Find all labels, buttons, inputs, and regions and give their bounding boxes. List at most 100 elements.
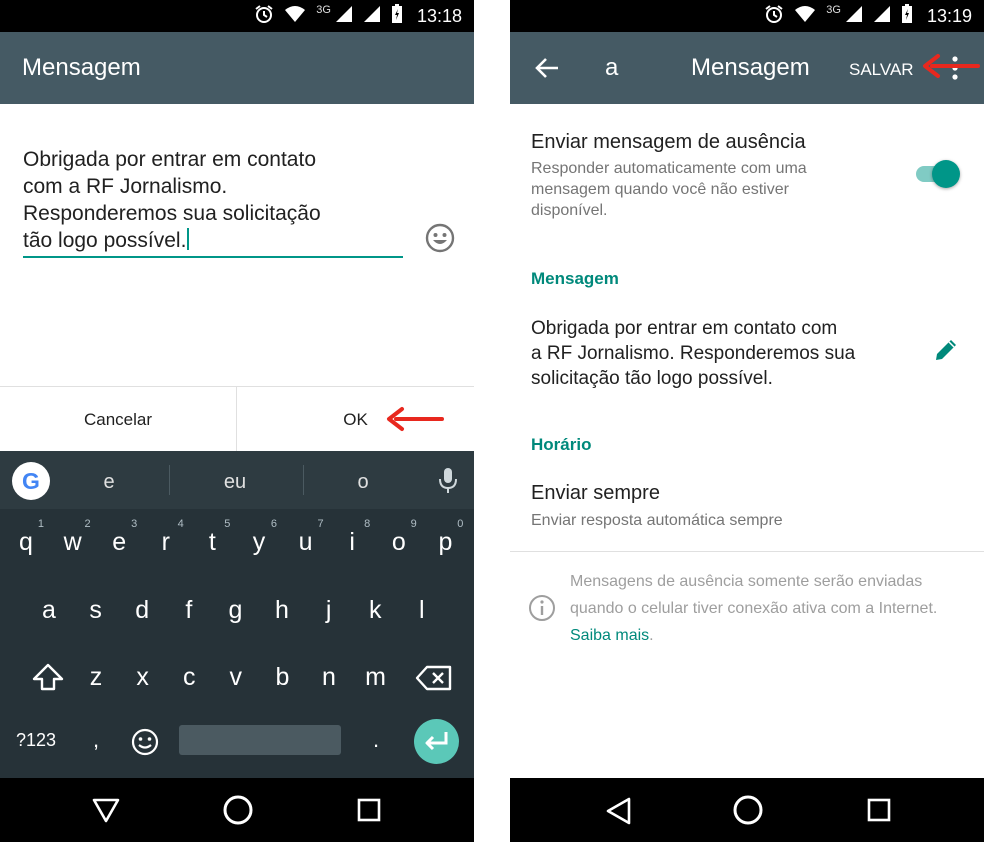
battery-icon — [901, 3, 913, 29]
network-type: 3G — [316, 4, 331, 16]
key-t[interactable]: t5 — [192, 518, 232, 557]
back-arrow-icon[interactable] — [534, 56, 560, 85]
mic-icon[interactable] — [437, 467, 459, 500]
keyboard: G e eu o q1w2e3r4t5y6u7i8o9p0 asdfghjkl … — [0, 451, 474, 778]
key-o[interactable]: o9 — [379, 518, 419, 557]
away-toggle[interactable] — [932, 160, 960, 188]
setting-title: Enviar sempre — [531, 482, 660, 504]
key-r[interactable]: r4 — [146, 518, 186, 557]
setting-title: Enviar mensagem de ausência — [531, 131, 806, 153]
nav-back-icon[interactable] — [604, 796, 632, 831]
key-label: y — [252, 528, 266, 556]
key-hint: 3 — [131, 518, 138, 530]
key-s[interactable]: s — [76, 596, 116, 625]
section-header-message: Mensagem — [531, 269, 619, 288]
suggestion-2[interactable]: eu — [205, 471, 265, 494]
key-hint: 7 — [317, 518, 324, 530]
key-hint: 0 — [457, 518, 464, 530]
suggestion-3[interactable]: o — [333, 471, 393, 494]
google-icon[interactable]: G — [12, 462, 50, 500]
key-l[interactable]: l — [402, 596, 442, 625]
comma-key[interactable]: , — [76, 727, 116, 753]
divider — [510, 551, 984, 552]
key-x[interactable]: x — [123, 663, 163, 692]
alarm-icon — [764, 4, 784, 29]
emoji-icon[interactable] — [125, 727, 165, 764]
key-a[interactable]: a — [29, 596, 69, 625]
key-e[interactable]: e3 — [99, 518, 139, 557]
space-key[interactable] — [179, 725, 341, 755]
key-i[interactable]: i8 — [332, 518, 372, 557]
key-label: f — [185, 596, 193, 624]
key-label: c — [182, 663, 196, 691]
key-d[interactable]: d — [122, 596, 162, 625]
backspace-icon[interactable] — [414, 664, 454, 699]
suggestion-divider — [169, 465, 170, 495]
key-y[interactable]: y6 — [239, 518, 279, 557]
key-k[interactable]: k — [355, 596, 395, 625]
key-b[interactable]: b — [262, 663, 302, 692]
key-label: k — [368, 596, 382, 624]
learn-more-link[interactable]: Saiba mais — [570, 627, 649, 644]
key-z[interactable]: z — [76, 663, 116, 692]
key-label: a — [42, 596, 56, 624]
key-c[interactable]: c — [169, 663, 209, 692]
key-f[interactable]: f — [169, 596, 209, 625]
suggestion-bar: G e eu o — [0, 451, 474, 509]
network-type: 3G — [826, 4, 841, 16]
key-label: j — [325, 596, 332, 624]
save-button[interactable]: SALVAR — [849, 60, 914, 80]
key-label: t — [208, 528, 216, 556]
setting-subtitle: Enviar resposta automática sempre — [531, 512, 783, 529]
key-label: h — [275, 596, 289, 624]
key-v[interactable]: v — [216, 663, 256, 692]
nav-back-icon[interactable] — [91, 796, 121, 829]
key-m[interactable]: m — [356, 663, 396, 692]
nav-bar — [0, 778, 474, 842]
setting-subtitle: Responder automaticamente com uma mensag… — [531, 160, 807, 219]
message-preview[interactable]: Obrigada por entrar em contato com a RF … — [531, 316, 911, 391]
page-title: Mensagem — [22, 54, 141, 81]
info-icon — [528, 594, 556, 627]
signal-icon — [363, 5, 381, 28]
key-label: w — [63, 528, 82, 556]
key-label: n — [322, 663, 336, 691]
info-suffix: . — [649, 627, 654, 644]
symbols-key[interactable]: ?123 — [8, 730, 64, 751]
suggestion-1[interactable]: e — [79, 471, 139, 494]
key-label: b — [275, 663, 290, 691]
period-key[interactable]: . — [356, 727, 396, 753]
key-p[interactable]: p0 — [425, 518, 465, 557]
key-u[interactable]: u7 — [286, 518, 326, 557]
nav-home-icon[interactable] — [732, 794, 764, 831]
key-q[interactable]: q1 — [6, 518, 46, 557]
nav-home-icon[interactable] — [222, 794, 254, 831]
enter-icon[interactable] — [414, 719, 459, 764]
key-h[interactable]: h — [262, 596, 302, 625]
cancel-button[interactable]: Cancelar — [0, 387, 236, 451]
key-n[interactable]: n — [309, 663, 349, 692]
key-label: o — [391, 528, 406, 556]
key-label: l — [419, 596, 425, 624]
key-label: d — [135, 596, 150, 624]
key-label: i — [349, 528, 355, 556]
key-hint: 5 — [224, 518, 231, 530]
key-g[interactable]: g — [215, 596, 255, 625]
key-j[interactable]: j — [309, 596, 349, 625]
suggestion-divider — [303, 465, 304, 495]
message-input-text: Obrigada por entrar em contato com a RF … — [23, 148, 321, 252]
edit-icon[interactable] — [932, 336, 960, 369]
emoji-icon[interactable] — [424, 222, 456, 259]
annotation-arrow — [922, 53, 980, 84]
input-underline — [23, 256, 403, 258]
key-label: g — [228, 596, 243, 624]
nav-recents-icon[interactable] — [356, 797, 382, 828]
status-bar: 3G 13:18 — [0, 0, 474, 32]
key-label: s — [89, 596, 102, 624]
key-w[interactable]: w2 — [53, 518, 93, 557]
shift-icon[interactable] — [28, 662, 68, 699]
nav-recents-icon[interactable] — [866, 797, 892, 828]
right-phone-screen: 3G 13:19 a Mensagem SALVAR Enviar mensag… — [510, 0, 984, 842]
key-hint: 4 — [177, 518, 184, 530]
message-input[interactable]: Obrigada por entrar em contato com a RF … — [23, 146, 383, 254]
